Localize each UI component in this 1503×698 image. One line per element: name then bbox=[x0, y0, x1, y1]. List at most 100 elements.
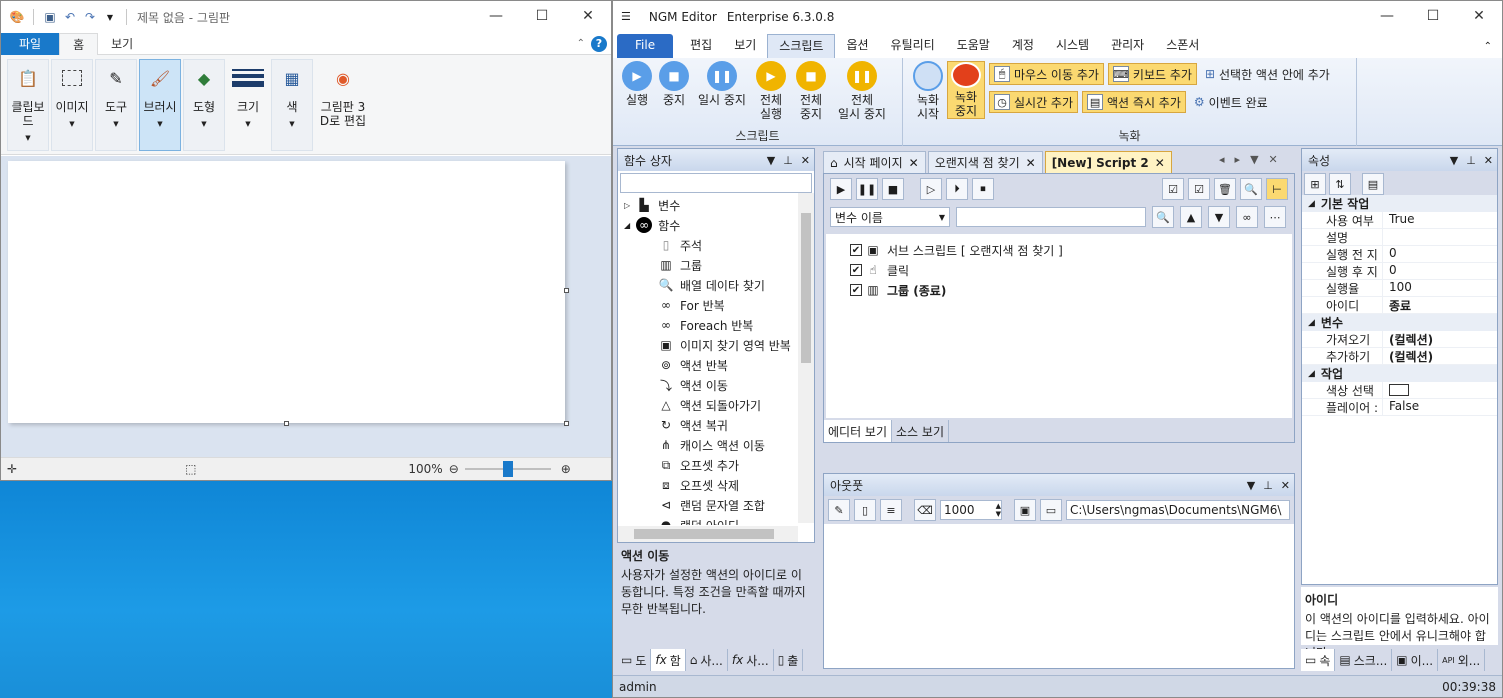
menu-account[interactable]: 계정 bbox=[1001, 34, 1045, 58]
find-icon[interactable]: 🔍 bbox=[1240, 178, 1262, 200]
prop-delay-before[interactable]: 실행 전 지 0 bbox=[1302, 246, 1497, 263]
tab-orange-dot[interactable]: 오랜지색 점 찾기 ✕ bbox=[927, 151, 1043, 173]
tab-output[interactable]: ▯ 출 bbox=[774, 649, 804, 671]
tree-item-random-string[interactable]: ⊲ 랜덤 문자열 조합 bbox=[624, 495, 814, 515]
eraser-icon[interactable]: ⌫ bbox=[914, 499, 936, 521]
menu-script[interactable]: 스크립트 bbox=[767, 34, 836, 58]
category-variables[interactable]: ◢ 변수 bbox=[1302, 314, 1497, 331]
prev-result-icon[interactable]: ▲ bbox=[1180, 206, 1202, 228]
tree-item-action-return[interactable]: ↻ 액션 복귀 bbox=[624, 415, 814, 435]
category-basic[interactable]: ◢ 기본 작업 bbox=[1302, 195, 1497, 212]
tab-close-icon[interactable]: ✕ bbox=[909, 156, 919, 170]
add-in-selected-button[interactable]: ⊞ 선택한 액션 안에 추가 bbox=[1201, 63, 1334, 85]
ngm-maximize-button[interactable]: ☐ bbox=[1410, 1, 1456, 31]
action-row-subscript[interactable]: ✔ ▣ 서브 스크립트 [ 오랜지색 점 찾기 ] bbox=[850, 240, 1268, 260]
prop-add[interactable]: 추가하기 (컬렉션) bbox=[1302, 348, 1497, 365]
zoom-in-icon[interactable]: ⊕ bbox=[561, 462, 571, 476]
tree-item-random-id[interactable]: ● 랜덤 아이디 bbox=[624, 515, 814, 525]
categorized-icon[interactable]: ⊞ bbox=[1304, 173, 1326, 195]
delete-icon[interactable]: 🗑 bbox=[1214, 178, 1236, 200]
max-lines-input[interactable]: 1000 ▲ ▼ bbox=[940, 500, 1002, 520]
add-action-now-button[interactable]: ▤ 액션 즉시 추가 bbox=[1082, 91, 1186, 113]
enabled-checkbox[interactable]: ✔ bbox=[850, 244, 862, 256]
tab-functions[interactable]: fx 함 bbox=[651, 649, 686, 671]
zoom-slider[interactable] bbox=[464, 461, 551, 477]
tree-item-for-loop[interactable]: ∞ For 반복 bbox=[624, 295, 814, 315]
editor-play-icon[interactable]: ▶ bbox=[830, 178, 852, 200]
tab-list-icon[interactable]: ▼ bbox=[1250, 153, 1258, 166]
prop-enabled[interactable]: 사용 여부 True bbox=[1302, 212, 1497, 229]
run-from-icon[interactable]: ⏵ bbox=[946, 178, 968, 200]
output-wrap-icon[interactable]: ≡ bbox=[880, 499, 902, 521]
prop-player[interactable]: 플레이어 : False bbox=[1302, 399, 1497, 416]
tab-file[interactable]: 파일 bbox=[1, 32, 60, 55]
minimize-button[interactable]: — bbox=[473, 1, 519, 31]
tab-script[interactable]: ▤ 스크... bbox=[1335, 649, 1393, 671]
tab-start-page[interactable]: ⌂ 시작 페이지 ✕ bbox=[823, 151, 926, 173]
tree-item-offset-delete[interactable]: ⧈ 오프셋 삭제 bbox=[624, 475, 814, 495]
tab-user-1[interactable]: ⌂ 사... bbox=[686, 649, 728, 671]
property-pages-icon[interactable]: ▤ bbox=[1362, 173, 1384, 195]
tree-item-image-area-loop[interactable]: ▣ 이미지 찾기 영역 반복 bbox=[624, 335, 814, 355]
variable-select[interactable]: 변수 이름 ▼ bbox=[830, 207, 950, 227]
panel-menu-icon[interactable]: ▼ bbox=[1247, 479, 1255, 492]
sort-alpha-icon[interactable]: ⇅ bbox=[1329, 173, 1351, 195]
record-stop-button[interactable]: 녹화 중지 bbox=[947, 61, 985, 119]
resize-handle-corner[interactable] bbox=[564, 421, 569, 426]
uncheck-icon[interactable]: ☑ bbox=[1188, 178, 1210, 200]
pin-icon[interactable]: ⊥ bbox=[1466, 154, 1476, 167]
edit-with-paint3d-button[interactable]: ◉ 그림판 3 D로 편집 bbox=[315, 59, 371, 151]
panel-close-icon[interactable]: ✕ bbox=[1484, 154, 1493, 167]
help-icon[interactable]: ? bbox=[591, 35, 607, 52]
enabled-checkbox[interactable]: ✔ bbox=[850, 264, 862, 276]
pin-icon[interactable]: ⊥ bbox=[783, 154, 793, 167]
prop-run-rate[interactable]: 실행율 100 bbox=[1302, 280, 1497, 297]
menu-admin[interactable]: 관리자 bbox=[1100, 34, 1155, 58]
loop-icon[interactable]: ∞ bbox=[1236, 206, 1258, 228]
menu-utility[interactable]: 유틸리티 bbox=[880, 34, 946, 58]
panel-close-icon[interactable]: ✕ bbox=[1281, 479, 1290, 492]
folder-open-icon[interactable]: ▭ bbox=[1040, 499, 1062, 521]
tab-user-2[interactable]: fx 사... bbox=[728, 649, 774, 671]
step-icon[interactable]: ▷ bbox=[920, 178, 942, 200]
tree-item-action-back[interactable]: △ 액션 되돌아가기 bbox=[624, 395, 814, 415]
tree-item-foreach-loop[interactable]: ∞ Foreach 반복 bbox=[624, 315, 814, 335]
tree-item-array-search[interactable]: 🔍 배열 데이타 찾기 bbox=[624, 275, 814, 295]
prop-id[interactable]: 아이디 종료 bbox=[1302, 297, 1497, 314]
panel-menu-icon[interactable]: ▼ bbox=[1450, 154, 1458, 167]
tree-item-comment[interactable]: ▯ 주석 bbox=[624, 235, 814, 255]
action-row-click[interactable]: ✔ ☝ 클릭 bbox=[850, 260, 1268, 280]
tab-new-script-2[interactable]: [New] Script 2 ✕ bbox=[1044, 151, 1172, 173]
ngm-close-button[interactable]: ✕ bbox=[1456, 1, 1502, 31]
maximize-button[interactable]: ☐ bbox=[519, 1, 565, 31]
close-button[interactable]: ✕ bbox=[565, 1, 611, 31]
event-complete-button[interactable]: ⚙ 이벤트 완료 bbox=[1190, 91, 1272, 113]
undo-icon[interactable]: ↶ bbox=[62, 9, 78, 25]
resize-handle-bottom[interactable] bbox=[284, 421, 289, 426]
clipboard-button[interactable]: 📋 클립보드 ▼ bbox=[7, 59, 49, 151]
tab-home[interactable]: 홈 bbox=[59, 32, 99, 55]
run-selected-icon[interactable]: ⏹ bbox=[972, 178, 994, 200]
tab-view[interactable]: 보기 bbox=[98, 33, 146, 55]
tab-next-icon[interactable]: ▸ bbox=[1235, 153, 1241, 166]
menu-help[interactable]: 도움말 bbox=[946, 34, 1001, 58]
tab-tool[interactable]: ▭ 도 bbox=[617, 649, 652, 671]
pin-icon[interactable]: ⊥ bbox=[1263, 479, 1273, 492]
tree-view-icon[interactable]: ⊢ bbox=[1266, 178, 1288, 200]
menu-file[interactable]: File bbox=[617, 34, 674, 58]
tree-item-action-move[interactable]: ⤵ 액션 이동 bbox=[624, 375, 814, 395]
save-icon[interactable]: ▣ bbox=[42, 9, 58, 25]
more-options-icon[interactable]: ⋯ bbox=[1264, 206, 1286, 228]
tree-item-group[interactable]: ▥ 그룹 bbox=[624, 255, 814, 275]
editor-search-input[interactable] bbox=[956, 207, 1146, 227]
color-swatch[interactable] bbox=[1389, 383, 1409, 396]
tab-close-icon[interactable]: ✕ bbox=[1026, 156, 1036, 170]
editor-pause-icon[interactable]: ❚❚ bbox=[856, 178, 878, 200]
tree-node-functions[interactable]: ◢ ∞ 함수 bbox=[624, 215, 814, 235]
next-result-icon[interactable]: ▼ bbox=[1208, 206, 1230, 228]
function-search-input[interactable] bbox=[620, 173, 812, 193]
tab-image[interactable]: ▣ 이... bbox=[1392, 649, 1439, 671]
enabled-checkbox[interactable]: ✔ bbox=[850, 284, 862, 296]
panel-menu-icon[interactable]: ▼ bbox=[767, 154, 775, 167]
menu-options[interactable]: 옵션 bbox=[835, 34, 879, 58]
